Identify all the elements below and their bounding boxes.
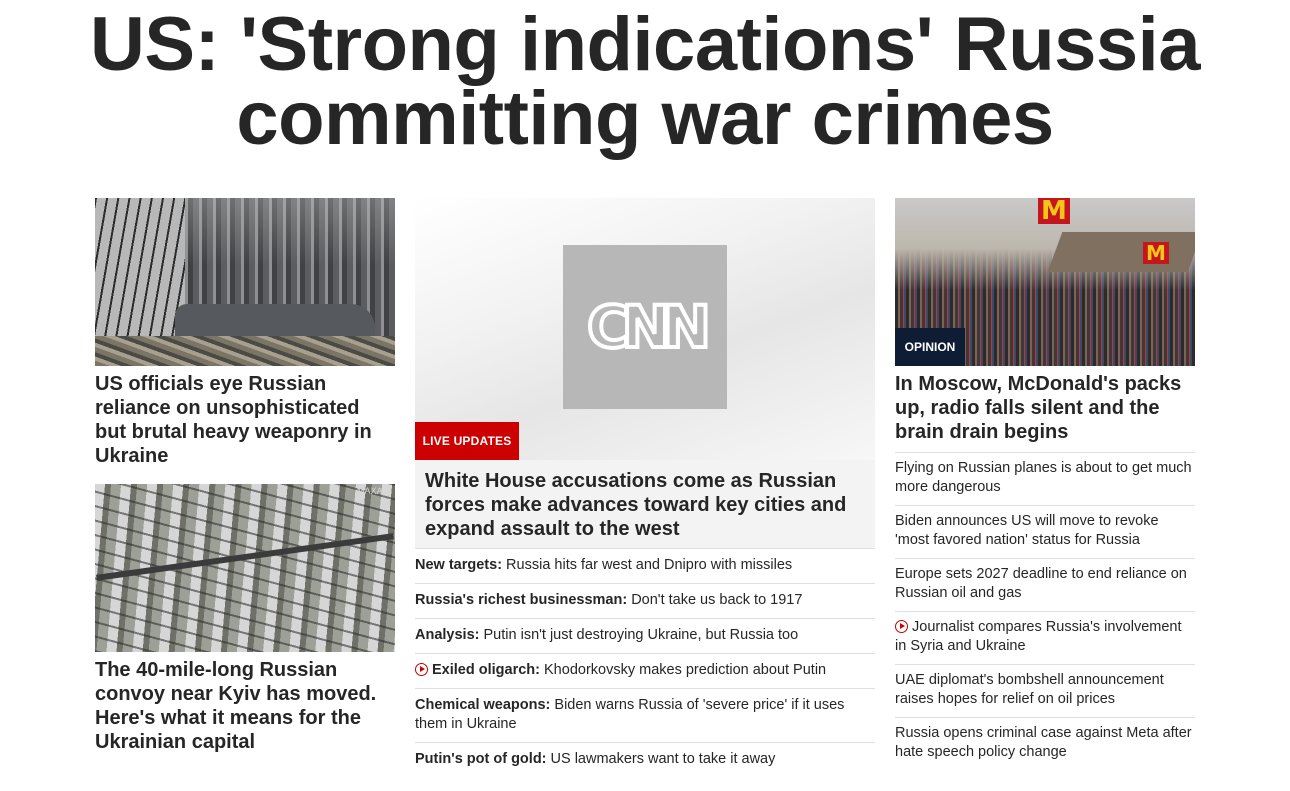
left-story-2: MAXAR The 40-mile-long Russian convoy ne… [95,484,395,754]
left-column: US officials eye Russian reliance on uns… [95,198,395,754]
cnn-logo-text: CNN [585,291,713,363]
list-item[interactable]: Europe sets 2027 deadline to end relianc… [895,558,1195,611]
list-item[interactable]: Chemical weapons: Biden warns Russia of … [415,688,875,742]
list-item[interactable]: Analysis: Putin isn't just destroying Uk… [415,618,875,653]
rubble-shape [95,336,395,366]
live-story-related-list: New targets: Russia hits far west and Dn… [415,548,875,777]
live-story-title[interactable]: White House accusations come as Russian … [415,460,875,548]
restaurant-roof-shape [1047,232,1195,272]
left-story-2-image[interactable]: MAXAR [95,484,395,652]
list-item[interactable]: Flying on Russian planes is about to get… [895,452,1195,505]
headline-line-1[interactable]: US: 'Strong indications' Russia [90,2,1201,87]
list-item[interactable]: Russia's richest businessman: Don't take… [415,583,875,618]
middle-column: CNN LIVE UPDATES White House accusations… [415,198,875,777]
list-item[interactable]: Putin's pot of gold: US lawmakers want t… [415,742,875,777]
mcdonalds-logo-icon: M [1143,242,1169,264]
left-story-1: US officials eye Russian reliance on uns… [95,198,395,468]
play-video-icon [415,663,428,676]
page-headline[interactable]: US: 'Strong indications' Russia committi… [0,7,1290,157]
opinion-story-title[interactable]: In Moscow, McDonald's packs up, radio fa… [895,372,1195,444]
right-related-list: Flying on Russian planes is about to get… [895,452,1195,770]
left-story-1-image[interactable] [95,198,395,366]
right-column: M M OPINION In Moscow, McDonald's packs … [895,198,1195,770]
play-video-icon [895,620,908,633]
headline-line-2[interactable]: committing war crimes [236,76,1054,161]
left-story-1-title[interactable]: US officials eye Russian reliance on uns… [95,372,395,468]
list-item[interactable]: Exiled oligarch: Khodorkovsky makes pred… [415,653,875,688]
opinion-story-image[interactable]: M M OPINION [895,198,1195,366]
list-item[interactable]: UAE diplomat's bombshell announcement ra… [895,664,1195,717]
image-watermark: MAXAR [356,486,389,496]
list-item[interactable]: Biden announces US will move to revoke '… [895,505,1195,558]
list-item[interactable]: Russia opens criminal case against Meta … [895,717,1195,770]
left-story-2-title[interactable]: The 40-mile-long Russian convoy near Kyi… [95,658,395,754]
list-item[interactable]: Journalist compares Russia's involvement… [895,611,1195,664]
road-shape [96,533,394,581]
live-story-image[interactable]: CNN LIVE UPDATES [415,198,875,460]
live-updates-badge[interactable]: LIVE UPDATES [415,422,519,460]
list-item[interactable]: New targets: Russia hits far west and Dn… [415,548,875,583]
cnn-logo-icon: CNN [563,245,727,409]
mcdonalds-logo-icon: M [1038,198,1070,224]
opinion-badge[interactable]: OPINION [895,328,965,366]
